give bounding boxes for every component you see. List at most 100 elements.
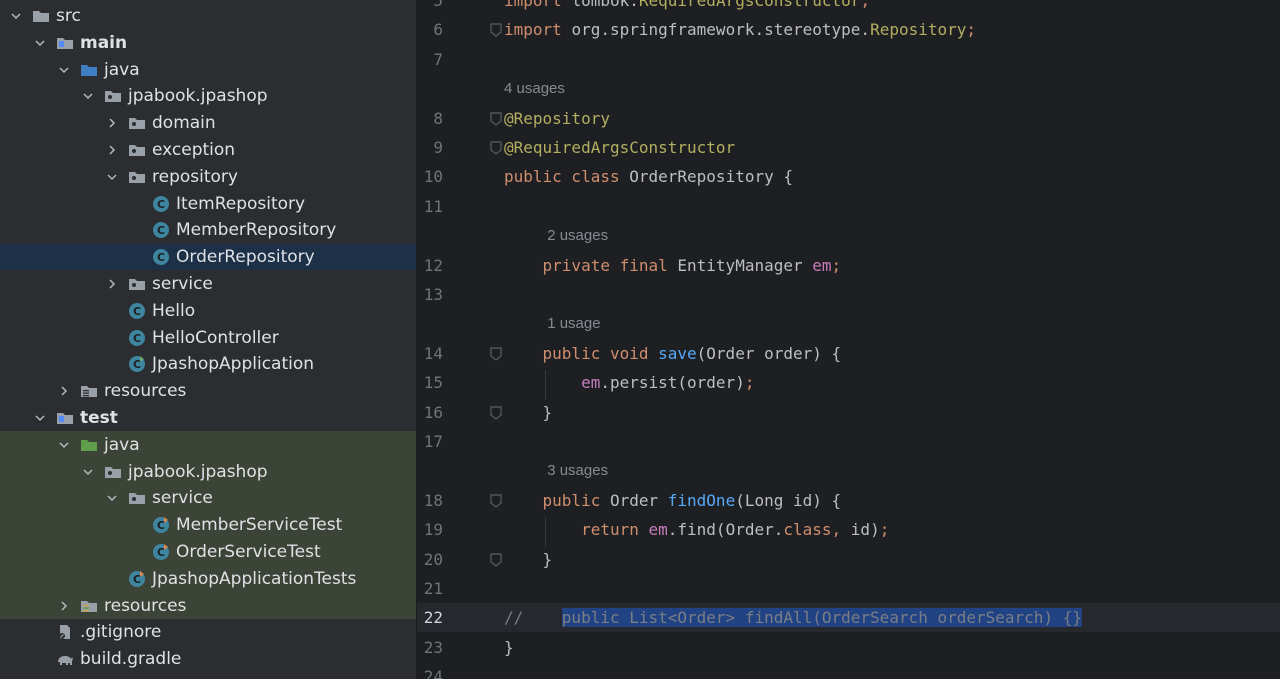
tree-item-jpashopapplicationtests[interactable]: C JpashopApplicationTests [0, 566, 416, 592]
usages-hint[interactable]: 4 usages [504, 74, 565, 103]
tree-item-orderservicetest[interactable]: C OrderServiceTest [0, 539, 416, 565]
code-line[interactable]: public void save(Order order) { [504, 339, 842, 368]
line-number[interactable]: 19 [417, 515, 443, 544]
tree-item-test[interactable]: test [0, 405, 416, 431]
line-number[interactable]: 12 [417, 251, 443, 280]
chevron-down-icon[interactable] [104, 169, 120, 185]
tree-item-label: Hello [152, 300, 196, 321]
code-line[interactable]: @RequiredArgsConstructor [504, 133, 735, 162]
chevron-down-icon[interactable] [104, 490, 120, 506]
line-number[interactable]: 24 [417, 662, 443, 679]
code-line[interactable]: return em.find(Order.class, id); [504, 515, 889, 544]
tree-item-domain[interactable]: domain [0, 110, 416, 136]
tree-item-exception[interactable]: exception [0, 137, 416, 163]
tree-item-memberrepository[interactable]: C MemberRepository [0, 217, 416, 243]
chevron-right-icon[interactable] [104, 276, 120, 292]
line-number[interactable]: 21 [417, 574, 443, 603]
chevron-down-icon[interactable] [56, 437, 72, 453]
usages-hint[interactable]: 3 usages [547, 456, 608, 485]
tree-item-jpabook-jpashop[interactable]: jpabook.jpashop [0, 459, 416, 485]
line-number[interactable]: 16 [417, 398, 443, 427]
line-number[interactable]: 22 [417, 603, 443, 632]
code-line[interactable]: @Repository [504, 104, 610, 133]
tree-item-build-gradle[interactable]: build.gradle [0, 646, 416, 672]
tree-item-resources[interactable]: resources [0, 378, 416, 404]
line-number[interactable]: 13 [417, 280, 443, 309]
tree-item-repository[interactable]: repository [0, 164, 416, 190]
code-line[interactable]: public class OrderRepository { [504, 162, 793, 191]
chevron-right-icon[interactable] [56, 383, 72, 399]
fold-marker-icon[interactable] [490, 405, 502, 420]
chevron-down-icon[interactable] [32, 410, 48, 426]
chevron-down-icon[interactable] [8, 8, 24, 24]
line-number[interactable]: 11 [417, 192, 443, 221]
line-number[interactable]: 6 [417, 15, 443, 44]
test-class-icon: C [152, 516, 170, 534]
usages-hint[interactable]: 2 usages [547, 221, 608, 250]
line-number[interactable]: 14 [417, 339, 443, 368]
fold-marker-icon[interactable] [490, 552, 502, 567]
line-number[interactable]: 9 [417, 133, 443, 162]
tree-item-orderrepository[interactable]: C OrderRepository [0, 244, 416, 271]
code-editor[interactable]: 5 import lombok.RequiredArgsConstructor; 6… [417, 0, 1280, 679]
tree-item-java[interactable]: java [0, 432, 416, 458]
tree-item-hellocontroller[interactable]: C HelloController [0, 325, 416, 351]
tree-item-service[interactable]: service [0, 271, 416, 297]
code-line[interactable]: em.persist(order); [504, 368, 754, 397]
svg-text:C: C [133, 332, 141, 345]
code-line[interactable]: // public List<Order> findAll(OrderSearc… [504, 603, 1082, 632]
line-number[interactable]: 10 [417, 162, 443, 191]
package-icon [104, 463, 122, 481]
fold-marker-icon[interactable] [490, 141, 502, 155]
code-line[interactable]: import org.springframework.stereotype.Re… [504, 15, 976, 44]
usages-hint[interactable]: 1 usage [547, 309, 600, 338]
chevron-down-icon[interactable] [56, 62, 72, 78]
chevron-right-icon[interactable] [104, 142, 120, 158]
tree-item-java[interactable]: java [0, 57, 416, 83]
code-line[interactable]: public Order findOne(Long id) { [504, 486, 842, 515]
code-token: .persist(order) [600, 373, 745, 393]
chevron-right-icon[interactable] [56, 598, 72, 614]
tree-item-itemrepository[interactable]: C ItemRepository [0, 191, 416, 217]
code-line[interactable]: import lombok.RequiredArgsConstructor; [504, 0, 870, 15]
tree-item-gitignore[interactable]: .gitignore [0, 619, 416, 645]
line-number[interactable]: 23 [417, 633, 443, 662]
code-token: // [504, 608, 562, 628]
line-number[interactable]: 18 [417, 486, 443, 515]
tree-item-label: test [80, 408, 118, 428]
tree-item-memberservicetest[interactable]: C MemberServiceTest [0, 512, 416, 538]
chevron-down-icon[interactable] [80, 464, 96, 480]
chevron-down-icon[interactable] [32, 35, 48, 51]
code-token: em [581, 373, 601, 393]
line-number[interactable]: 8 [417, 104, 443, 133]
chevron-right-icon[interactable] [104, 115, 120, 131]
tree-item-src[interactable]: src [0, 3, 416, 29]
tree-item-label: resources [104, 595, 187, 616]
tree-item-resources[interactable]: resources [0, 593, 416, 619]
resources-folder-icon [80, 382, 98, 400]
line-number[interactable]: 5 [417, 0, 443, 15]
line-number[interactable]: 15 [417, 368, 443, 397]
chevron-down-icon[interactable] [80, 88, 96, 104]
tree-item-main[interactable]: main [0, 30, 416, 56]
tree-item-hello[interactable]: C Hello [0, 298, 416, 324]
code-line[interactable]: private final EntityManager em; [504, 251, 842, 280]
tree-item-service[interactable]: service [0, 485, 416, 511]
project-tree[interactable]: src main java jpabook.jpashop domain exceptio… [0, 0, 416, 679]
tree-item-label: HelloController [152, 327, 279, 348]
fold-marker-icon[interactable] [490, 494, 502, 508]
line-number[interactable]: 7 [417, 45, 443, 74]
fold-marker-icon[interactable] [490, 111, 502, 126]
code-line[interactable]: } [504, 545, 553, 574]
tree-item-jpabook-jpashop[interactable]: jpabook.jpashop [0, 83, 416, 109]
tree-item-label: exception [152, 140, 236, 160]
tree-item-jpashopapplication[interactable]: C JpashopApplication [0, 351, 416, 377]
code-line[interactable]: } [504, 398, 553, 427]
fold-marker-icon[interactable] [490, 347, 502, 361]
code-line[interactable]: } [504, 633, 514, 662]
line-number[interactable]: 20 [417, 545, 443, 574]
fold-marker-icon[interactable] [490, 23, 502, 38]
line-number[interactable]: 17 [417, 427, 443, 456]
